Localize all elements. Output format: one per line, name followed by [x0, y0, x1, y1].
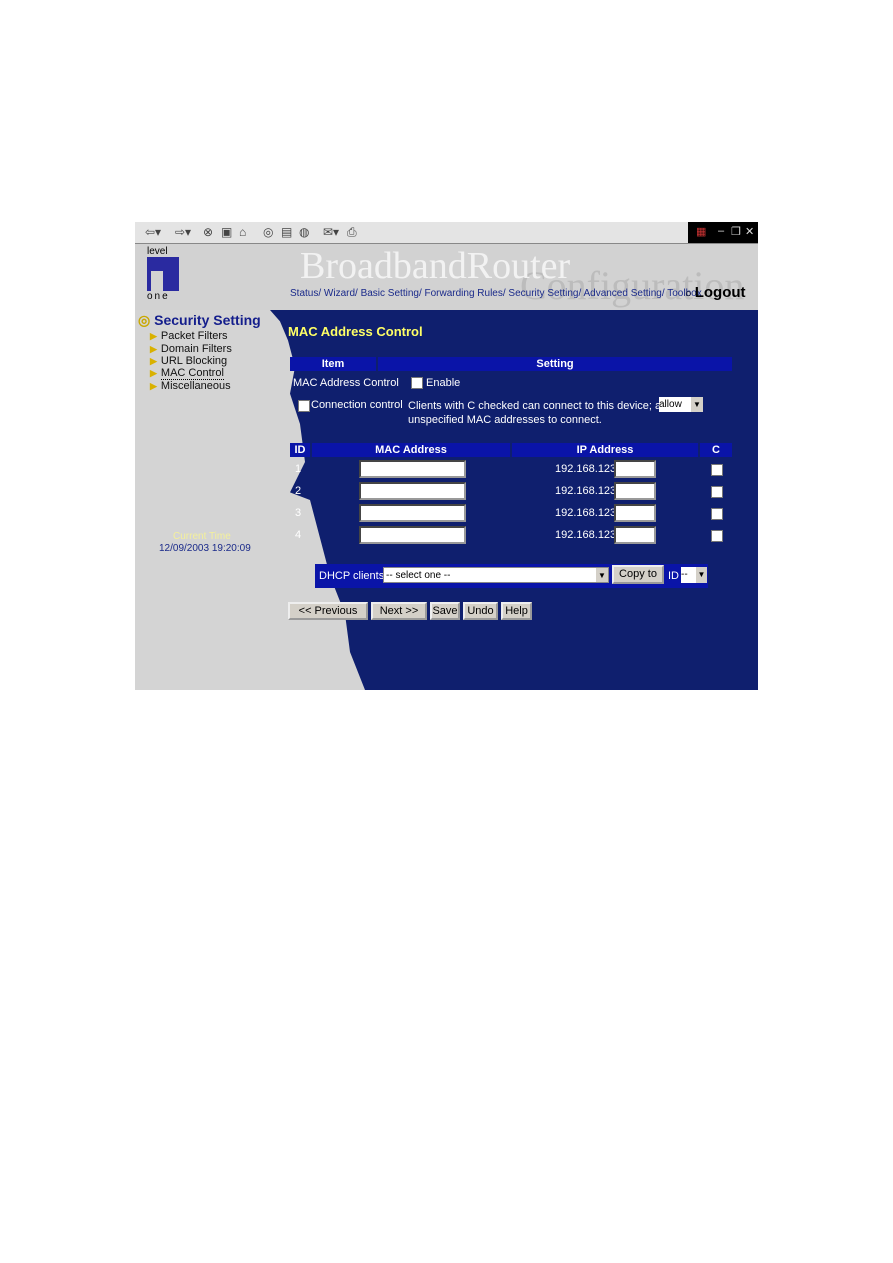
arrow-icon: ▶ — [150, 381, 157, 391]
col-setting: Setting — [378, 357, 732, 371]
browser-toolbar: ⇦▾ ⇨▾ ⊗ ▣ ⌂ ◎ ▤ ◍ ✉▾ ⎙ ▦ – ❐ ✕ — [135, 222, 758, 244]
label: Miscellaneous — [160, 380, 231, 392]
logout-link[interactable]: ○ Logout — [685, 284, 746, 301]
enable-checkbox[interactable] — [411, 377, 423, 389]
search-icon[interactable]: ◎ — [263, 225, 273, 239]
id-select[interactable]: -- ▼ — [681, 567, 707, 583]
bullet-icon: ◎ — [138, 312, 151, 328]
logo-mark — [147, 257, 179, 291]
chevron-down-icon: ▼ — [596, 568, 608, 582]
next-button[interactable]: Next >> — [371, 602, 427, 620]
previous-button[interactable]: << Previous — [288, 602, 368, 620]
ip-prefix: 192.168.123. — [555, 485, 620, 497]
mac-address-input[interactable] — [359, 460, 466, 478]
top-nav[interactable]: Status/ Wizard/ Basic Setting/ Forwardin… — [290, 288, 702, 299]
label: MAC Control — [160, 367, 224, 380]
enable-label: Enable — [426, 377, 461, 389]
logo-text-top: level — [147, 246, 168, 257]
row-id: 4 — [295, 529, 302, 541]
print-icon[interactable]: ⎙ — [347, 225, 357, 240]
favorites-icon[interactable]: ▤ — [281, 225, 292, 239]
mac-address-input[interactable] — [359, 504, 466, 522]
ip-prefix: 192.168.123. — [555, 463, 620, 475]
row-id: 2 — [295, 485, 302, 497]
c-checkbox[interactable] — [711, 508, 723, 520]
ip-suffix-input[interactable] — [614, 482, 656, 500]
col-mac: MAC Address — [312, 443, 510, 457]
col-c: C — [700, 443, 732, 457]
dhcp-select[interactable]: -- select one -- ▼ — [383, 567, 609, 583]
forward-icon[interactable]: ⇨▾ — [175, 225, 191, 239]
dhcp-label: DHCP clients — [319, 570, 385, 582]
arrow-icon: ▶ — [150, 368, 157, 378]
row-id: 3 — [295, 507, 302, 519]
c-checkbox[interactable] — [711, 530, 723, 542]
col-item: Item — [290, 357, 376, 371]
label: Domain Filters — [160, 343, 232, 355]
label: Packet Filters — [160, 330, 228, 342]
current-time-value: 12/09/2003 19:20:09 — [159, 543, 251, 554]
save-button[interactable]: Save — [430, 602, 460, 620]
home-icon[interactable]: ⌂ — [239, 225, 246, 239]
radio-icon: ○ — [685, 288, 695, 300]
mac-address-input[interactable] — [359, 526, 466, 544]
chevron-down-icon: ▼ — [691, 397, 703, 412]
col-ip: IP Address — [512, 443, 698, 457]
label: URL Blocking — [160, 355, 228, 367]
arrow-icon: ▶ — [150, 344, 157, 354]
connection-text: Clients with C checked can connect to th… — [408, 400, 674, 412]
sidebar-item-url-blocking[interactable]: ▶ URL Blocking — [150, 355, 227, 367]
ip-prefix: 192.168.123. — [555, 529, 620, 541]
sidebar-item-miscellaneous[interactable]: ▶ Miscellaneous — [150, 380, 231, 392]
arrow-icon: ▶ — [150, 331, 157, 341]
ip-prefix: 192.168.123. — [555, 507, 620, 519]
sidebar-title[interactable]: ◎ Security Setting — [138, 312, 261, 329]
id-value: -- — [681, 569, 688, 580]
browser-window: ⇦▾ ⇨▾ ⊗ ▣ ⌂ ◎ ▤ ◍ ✉▾ ⎙ ▦ – ❐ ✕ level one… — [135, 222, 758, 690]
mac-control-label: MAC Address Control — [293, 377, 399, 389]
mail-icon[interactable]: ✉▾ — [323, 225, 339, 239]
logo-text-bottom: one — [147, 291, 170, 302]
stop-icon[interactable]: ⊗ — [203, 225, 213, 239]
refresh-icon[interactable]: ▣ — [221, 225, 232, 239]
windows-logo-icon: ▦ — [696, 226, 707, 238]
ip-suffix-input[interactable] — [614, 460, 656, 478]
connection-control-checkbox[interactable] — [298, 400, 310, 412]
history-icon[interactable]: ◍ — [299, 225, 309, 239]
minimize-icon[interactable]: – — [718, 225, 724, 237]
row-id: 1 — [295, 463, 302, 475]
dhcp-value: -- select one -- — [386, 570, 451, 581]
connection-text-2: unspecified MAC addresses to connect. — [408, 414, 602, 426]
logout-label: Logout — [694, 284, 746, 301]
back-icon[interactable]: ⇦▾ — [145, 225, 161, 239]
levelone-logo: level one — [147, 246, 183, 302]
copy-to-button[interactable]: Copy to — [612, 565, 664, 584]
id-label: ID — [668, 570, 679, 582]
sidebar-title-label: Security Setting — [154, 312, 261, 328]
arrow-icon: ▶ — [150, 356, 157, 366]
help-button[interactable]: Help — [501, 602, 532, 620]
allow-select[interactable]: allow ▼ — [659, 397, 703, 412]
restore-icon[interactable]: ❐ — [731, 225, 741, 238]
page-header: level one Configuration BroadbandRouter … — [135, 244, 758, 310]
c-checkbox[interactable] — [711, 464, 723, 476]
page-title: MAC Address Control — [288, 324, 423, 339]
brand-title: BroadbandRouter — [300, 245, 571, 287]
chevron-down-icon: ▼ — [696, 567, 707, 583]
close-icon[interactable]: ✕ — [745, 225, 754, 238]
c-checkbox[interactable] — [711, 486, 723, 498]
sidebar-item-domain-filters[interactable]: ▶ Domain Filters — [150, 343, 232, 355]
current-time-label: Current Time — [173, 531, 231, 542]
allow-value: allow — [659, 399, 682, 410]
sidebar-item-packet-filters[interactable]: ▶ Packet Filters — [150, 330, 228, 342]
connection-control-label: Connection control — [311, 399, 403, 411]
sidebar-item-mac-control[interactable]: ▶ MAC Control — [150, 367, 224, 380]
ip-suffix-input[interactable] — [614, 504, 656, 522]
mac-address-input[interactable] — [359, 482, 466, 500]
undo-button[interactable]: Undo — [463, 602, 498, 620]
col-id: ID — [290, 443, 310, 457]
ip-suffix-input[interactable] — [614, 526, 656, 544]
window-controls: ▦ – ❐ ✕ — [688, 222, 758, 243]
